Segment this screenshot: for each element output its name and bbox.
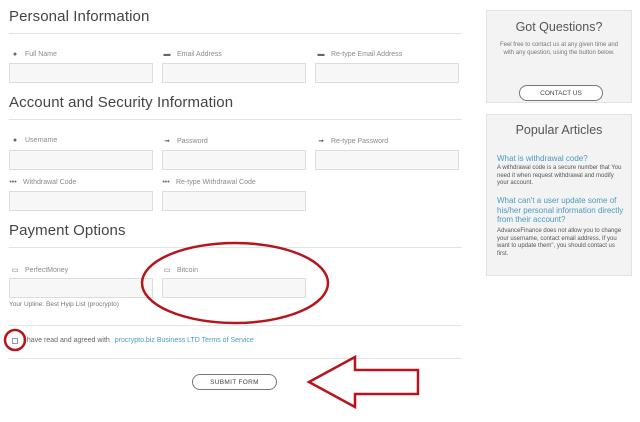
popular-articles-title: Popular Articles (515, 123, 603, 137)
perfectmoney-label: ▭ PerfectMoney (11, 266, 69, 275)
divider (9, 325, 462, 326)
username-label: ● Username (12, 137, 58, 144)
envelope-icon: ▬ (163, 51, 171, 58)
personal-section-title: Personal Information (9, 8, 150, 25)
divider (9, 247, 462, 248)
terms-link[interactable]: procrypto.biz Business LTD Terms of Serv… (115, 337, 254, 344)
submit-pointer-arrow (306, 354, 420, 410)
divider (9, 33, 462, 34)
retype-password-input[interactable] (315, 150, 459, 170)
terms-checkbox[interactable] (12, 337, 18, 344)
article-answer: A withdrawal code is a secure number tha… (497, 165, 622, 186)
popular-articles-panel: Popular Articles What is withdrawal code… (486, 114, 632, 276)
key-icon: ➟ (318, 138, 324, 145)
account-section-title: Account and Security Information (9, 94, 234, 111)
retype-withdrawal-code-label: ••• Re-type Withdrawal Code (162, 179, 256, 186)
email-input[interactable] (162, 63, 306, 83)
upline-note: Your Upline: Best Hyip List (procrypto) (9, 301, 119, 308)
bitcoin-input[interactable] (162, 278, 306, 298)
terms-text: I have read and agreed with (23, 337, 110, 344)
got-questions-text: Feel free to contact us at any given tim… (499, 42, 619, 56)
card-icon: ▭ (11, 267, 19, 274)
username-input[interactable] (9, 150, 153, 170)
terms-row: I have read and agreed with procrypto.bi… (12, 337, 254, 344)
article-answer: AdvanceFinance does not allow you to cha… (497, 228, 622, 257)
perfectmoney-input[interactable] (9, 278, 153, 298)
user-icon: ● (12, 137, 18, 144)
key-icon: ➟ (164, 138, 170, 145)
card-icon: ▭ (163, 267, 171, 274)
retype-email-label: ▬ Re-type Email Address (317, 51, 403, 58)
password-label: ➟ Password (164, 137, 208, 146)
contact-us-button[interactable]: CONTACT US (519, 85, 603, 101)
dots-icon: ••• (162, 179, 170, 186)
payment-section-title: Payment Options (9, 222, 126, 239)
retype-withdrawal-code-input[interactable] (162, 191, 306, 211)
got-questions-panel: Got Questions? Feel free to contact us a… (486, 10, 632, 103)
dots-icon: ••• (9, 179, 17, 186)
email-label: ▬ Email Address (163, 51, 222, 58)
retype-password-label: ➟ Re-type Password (318, 137, 389, 146)
user-icon: ● (12, 51, 18, 58)
article-question[interactable]: What is withdrawal code? (497, 154, 625, 164)
password-input[interactable] (162, 150, 306, 170)
withdrawal-code-label: ••• Withdrawal Code (9, 179, 77, 186)
got-questions-title: Got Questions? (515, 20, 603, 34)
bitcoin-label: ▭ Bitcoin (163, 266, 199, 275)
retype-email-input[interactable] (315, 63, 459, 83)
envelope-icon: ▬ (317, 51, 325, 58)
divider (9, 119, 462, 120)
withdrawal-code-input[interactable] (9, 191, 153, 211)
full-name-input[interactable] (9, 63, 153, 83)
full-name-label: ● Full Name (12, 51, 57, 58)
article-question[interactable]: What can't a user update some of his/her… (497, 196, 625, 225)
divider (9, 358, 462, 359)
submit-form-button[interactable]: SUBMIT FORM (192, 374, 277, 390)
